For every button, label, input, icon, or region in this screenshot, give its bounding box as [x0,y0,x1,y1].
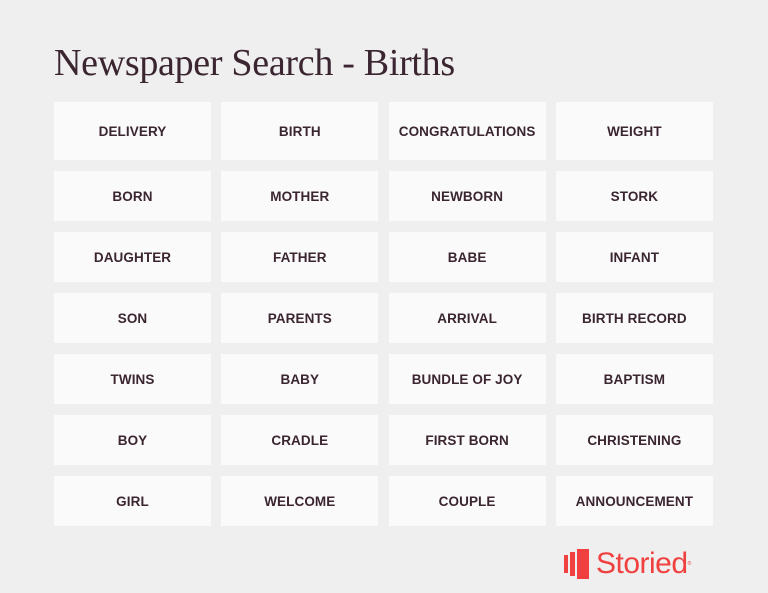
keyword-tile[interactable]: FIRST BORN [388,415,546,465]
keyword-tile[interactable]: CONGRATULATIONS [388,102,546,160]
keyword-tile[interactable]: BIRTH RECORD [555,293,713,343]
keyword-tile[interactable]: WEIGHT [555,102,713,160]
keyword-tile[interactable]: COUPLE [388,476,546,526]
keyword-tile[interactable]: STORK [555,171,713,221]
keyword-tile[interactable]: NEWBORN [388,171,546,221]
keyword-tile[interactable]: BAPTISM [555,354,713,404]
keyword-tile[interactable]: BORN [54,171,211,221]
keyword-tile[interactable]: GIRL [54,476,211,526]
keyword-tile[interactable]: BUNDLE OF JOY [388,354,546,404]
keyword-tile[interactable]: FATHER [221,232,379,282]
keyword-tile[interactable]: BOY [54,415,211,465]
page-title: Newspaper Search - Births [54,42,455,84]
storied-logo: Storied ® [564,547,691,581]
trademark-symbol: ® [687,561,692,567]
keyword-tile[interactable]: DAUGHTER [54,232,211,282]
keyword-tile[interactable]: BIRTH [221,102,379,160]
keyword-tile[interactable]: BABE [388,232,546,282]
keyword-tile[interactable]: DELIVERY [54,102,211,160]
keyword-tile[interactable]: SON [54,293,211,343]
keyword-tile[interactable]: PARENTS [221,293,379,343]
keyword-tile[interactable]: CRADLE [221,415,379,465]
keyword-tile[interactable]: CHRISTENING [555,415,713,465]
logo-text: Storied [596,547,688,580]
keyword-tile[interactable]: TWINS [54,354,211,404]
keyword-tile[interactable]: WELCOME [221,476,379,526]
keyword-tile[interactable]: ANNOUNCEMENT [555,476,713,526]
keyword-tile[interactable]: INFANT [555,232,713,282]
keyword-tile[interactable]: BABY [221,354,379,404]
keyword-tile[interactable]: MOTHER [221,171,379,221]
keyword-tile[interactable]: ARRIVAL [388,293,546,343]
storied-bars-icon [564,549,589,579]
keyword-grid: DELIVERY BIRTH CONGRATULATIONS WEIGHT BORN MO… [54,102,714,526]
